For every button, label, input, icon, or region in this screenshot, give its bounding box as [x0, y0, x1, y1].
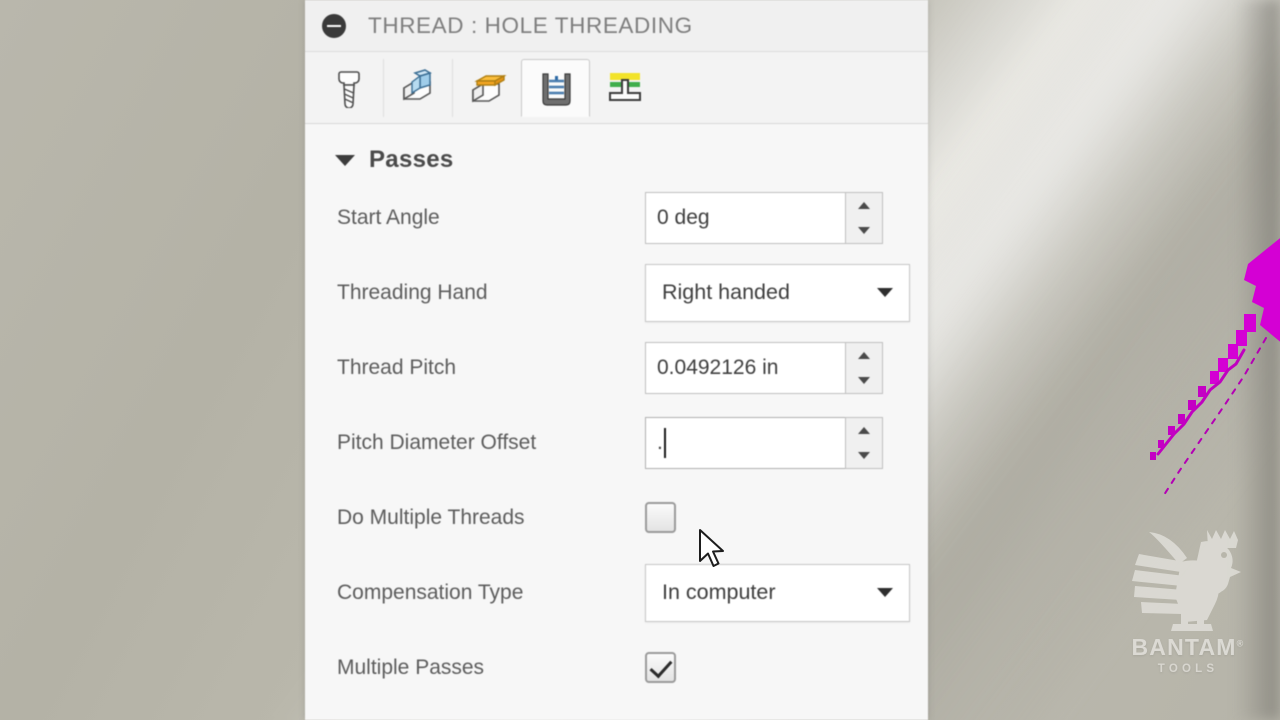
thread-pitch-increment-button[interactable]	[846, 343, 882, 368]
row-do-multiple-threads: Do Multiple Threads	[337, 480, 928, 555]
label-threading-hand: Threading Hand	[337, 280, 488, 304]
row-threading-hand: Threading Hand Right handed	[337, 255, 928, 330]
pitch-diameter-offset-input[interactable]: .	[645, 416, 845, 469]
drill-tool-icon	[337, 70, 360, 108]
caret-up-icon	[858, 201, 870, 209]
operation-tabs	[305, 52, 928, 124]
caret-down-icon	[858, 451, 870, 459]
toolpath-magenta-overlay	[1140, 230, 1280, 560]
row-start-angle: Start Angle 0 deg	[337, 180, 928, 255]
start-angle-stepper[interactable]	[845, 191, 883, 244]
caret-down-icon[interactable]	[335, 154, 355, 166]
geometry-cube-icon	[403, 68, 432, 100]
tab-tool[interactable]	[314, 59, 383, 117]
thread-pitch-decrement-button[interactable]	[846, 368, 882, 393]
heights-cube-icon	[472, 74, 507, 102]
passes-section-header[interactable]: Passes	[305, 124, 928, 180]
start-angle-decrement-button[interactable]	[846, 218, 882, 243]
do-multiple-threads-control	[645, 502, 676, 533]
row-multiple-passes: Multiple Passes	[337, 630, 928, 705]
panel-header: THREAD : HOLE THREADING	[305, 0, 928, 52]
thread-pitch-control: 0.0492126 in	[645, 341, 883, 394]
label-compensation-type: Compensation Type	[337, 580, 524, 604]
label-start-angle: Start Angle	[337, 205, 440, 229]
threading-hand-control: Right handed	[645, 263, 910, 322]
passes-form: Start Angle 0 deg Threading Hand Right h…	[305, 180, 928, 705]
start-angle-control: 0 deg	[645, 191, 883, 244]
start-angle-increment-button[interactable]	[846, 193, 882, 218]
compensation-type-control: In computer	[645, 563, 910, 622]
thread-pitch-stepper[interactable]	[845, 341, 883, 394]
do-multiple-threads-checkbox[interactable]	[645, 502, 676, 533]
caret-down-icon	[858, 226, 870, 234]
caret-up-icon	[858, 426, 870, 434]
start-angle-spinner[interactable]: 0 deg	[645, 191, 883, 244]
linking-t-shape-icon	[608, 72, 641, 101]
row-thread-pitch: Thread Pitch 0.0492126 in	[337, 330, 928, 405]
thread-pitch-input[interactable]: 0.0492126 in	[645, 341, 845, 394]
section-title: Passes	[369, 146, 454, 173]
minus-circle-icon[interactable]	[322, 13, 346, 38]
thread-pitch-spinner[interactable]: 0.0492126 in	[645, 341, 883, 394]
tab-passes[interactable]	[521, 58, 590, 117]
pitch-diameter-offset-decrement-button[interactable]	[846, 443, 882, 468]
pitch-diameter-offset-spinner[interactable]: .	[645, 416, 883, 469]
screen: BANTAM® TOOLS THREAD : HOLE THREADING Pa…	[0, 0, 1280, 720]
chevron-down-icon	[877, 288, 893, 297]
pitch-diameter-offset-value: .	[657, 430, 663, 454]
tab-heights[interactable]	[452, 58, 521, 117]
row-pitch-diameter-offset: Pitch Diameter Offset .	[337, 405, 928, 480]
threading-hand-value: Right handed	[662, 280, 790, 304]
chevron-down-icon	[877, 588, 893, 597]
caret-down-icon	[858, 376, 870, 384]
text-caret	[663, 427, 666, 458]
pitch-diameter-offset-increment-button[interactable]	[846, 418, 882, 443]
caret-up-icon	[858, 351, 870, 359]
toolpath-magenta-icon	[1150, 238, 1280, 499]
passes-pocket-icon	[541, 72, 571, 106]
compensation-type-select[interactable]: In computer	[645, 563, 910, 622]
tab-linking[interactable]	[590, 59, 659, 117]
label-thread-pitch: Thread Pitch	[337, 355, 457, 379]
threading-hand-select[interactable]: Right handed	[645, 263, 910, 322]
pitch-diameter-offset-control: .	[645, 416, 883, 469]
label-pitch-diameter-offset: Pitch Diameter Offset	[337, 430, 537, 454]
compensation-type-value: In computer	[662, 580, 776, 604]
page-title: THREAD : HOLE THREADING	[368, 12, 693, 38]
thread-operation-panel: THREAD : HOLE THREADING Passes Start Ang…	[305, 0, 928, 720]
multiple-passes-control	[645, 652, 676, 683]
tab-geometry[interactable]	[383, 58, 452, 117]
label-do-multiple-threads: Do Multiple Threads	[337, 505, 525, 529]
row-compensation-type: Compensation Type In computer	[337, 555, 928, 630]
start-angle-input[interactable]: 0 deg	[645, 191, 845, 244]
pitch-diameter-offset-stepper[interactable]	[845, 416, 883, 469]
label-multiple-passes: Multiple Passes	[337, 655, 485, 679]
multiple-passes-checkbox[interactable]	[645, 652, 676, 683]
